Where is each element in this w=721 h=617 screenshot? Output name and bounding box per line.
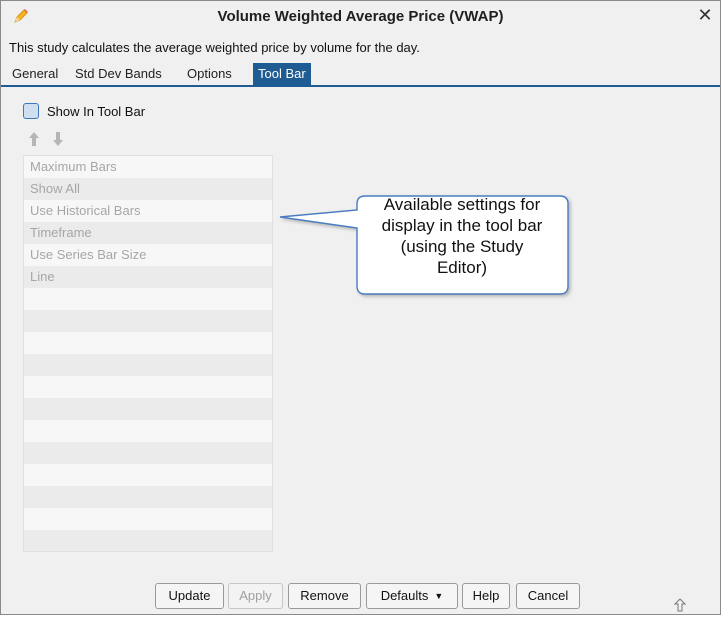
toolbar-settings-list[interactable]: Maximum Bars Show All Use Historical Bars T… (23, 155, 273, 552)
list-item[interactable]: Use Series Bar Size (24, 244, 272, 266)
empty-list-row (24, 442, 272, 464)
empty-list-row (24, 354, 272, 376)
callout-line: Editor) (436, 258, 488, 277)
tab-options[interactable]: Options (182, 63, 237, 85)
show-in-toolbar-label: Show In Tool Bar (47, 104, 146, 119)
empty-list-row (24, 376, 272, 398)
tab-std-dev-bands[interactable]: Std Dev Bands (70, 63, 167, 85)
empty-list-row (24, 420, 272, 442)
close-icon[interactable]: ✕ (696, 6, 714, 24)
list-item[interactable]: Show All (24, 178, 272, 200)
empty-list-row (24, 530, 272, 551)
empty-list-row (24, 332, 272, 354)
help-button[interactable]: Help (462, 583, 510, 609)
chevron-down-icon: ▼ (434, 591, 444, 601)
empty-list-row (24, 464, 272, 486)
callout-text: Available settings for display in the to… (357, 194, 567, 278)
empty-list-row (24, 310, 272, 332)
tab-tool-bar[interactable]: Tool Bar (253, 63, 311, 85)
list-item[interactable]: Timeframe (24, 222, 272, 244)
callout-line: (using the Study (400, 237, 524, 256)
defaults-button[interactable]: Defaults ▼ (366, 583, 458, 609)
empty-list-row (24, 486, 272, 508)
arrow-down-icon[interactable] (51, 131, 65, 147)
callout-line: Available settings for (383, 195, 541, 214)
empty-list-row (24, 508, 272, 530)
apply-button[interactable]: Apply (228, 583, 283, 609)
study-description: This study calculates the average weight… (9, 40, 420, 55)
resize-grip-icon[interactable] (673, 598, 687, 612)
empty-list-row (24, 288, 272, 310)
arrow-up-icon[interactable] (27, 131, 41, 147)
title-bar: Volume Weighted Average Price (VWAP) ✕ (1, 1, 720, 32)
list-item[interactable]: Line (24, 266, 272, 288)
show-in-toolbar-checkbox[interactable] (23, 103, 39, 119)
tab-general[interactable]: General (7, 63, 63, 85)
remove-button[interactable]: Remove (288, 583, 361, 609)
empty-list-row (24, 398, 272, 420)
list-item[interactable]: Use Historical Bars (24, 200, 272, 222)
cancel-button[interactable]: Cancel (516, 583, 580, 609)
list-item[interactable]: Maximum Bars (24, 156, 272, 178)
window-title: Volume Weighted Average Price (VWAP) (217, 8, 504, 25)
defaults-label: Defaults (380, 588, 429, 603)
tab-bar: General Std Dev Bands Options Tool Bar (1, 63, 720, 85)
update-button[interactable]: Update (155, 583, 224, 609)
callout-line: display in the tool bar (381, 216, 543, 235)
